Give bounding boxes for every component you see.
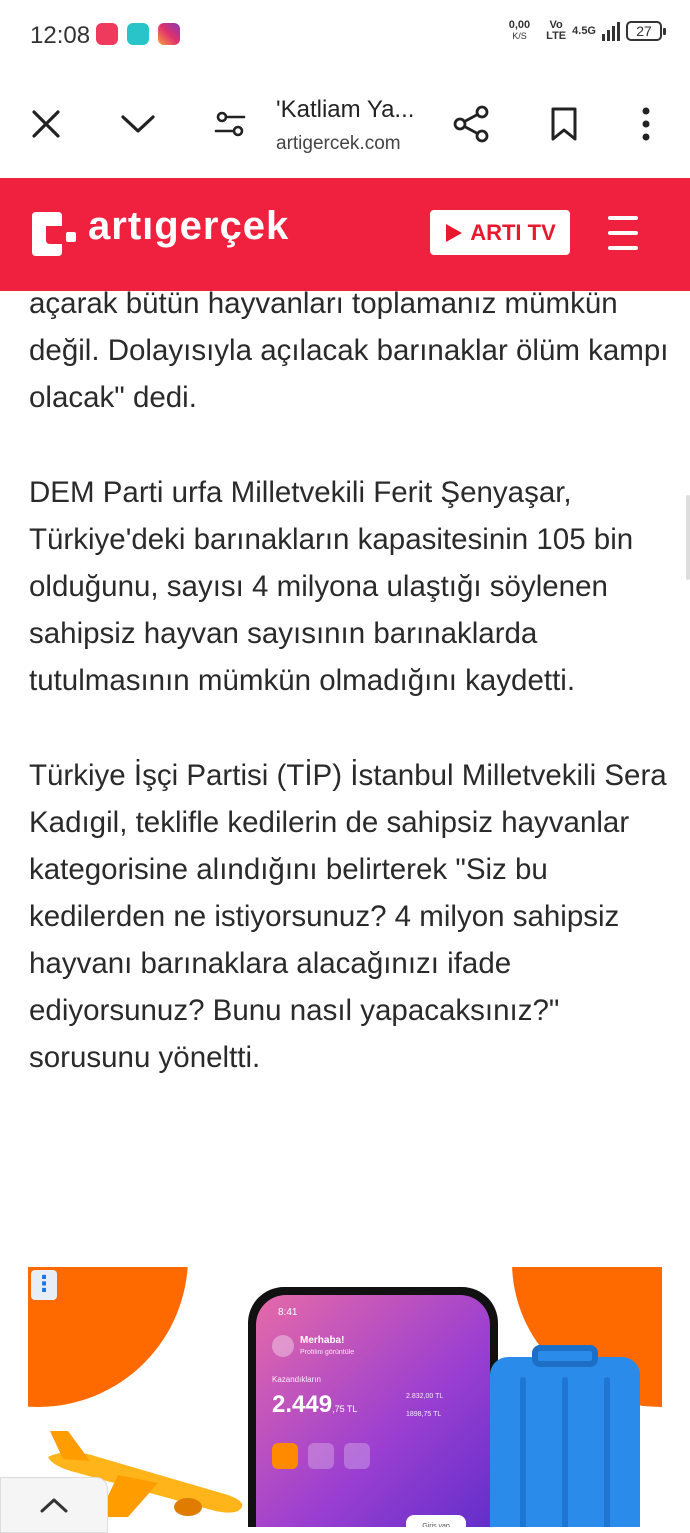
page-url[interactable]: artigercek.com <box>276 133 401 155</box>
scrollbar[interactable] <box>686 495 690 580</box>
menu-icon-bar <box>608 246 638 250</box>
ad-choices-icon[interactable]: ⋮ <box>31 1270 57 1300</box>
site-logo[interactable]: artıgerçek <box>88 204 289 249</box>
status-time: 12:08 <box>30 22 91 49</box>
hamburger-menu-button[interactable] <box>603 216 643 250</box>
close-button[interactable] <box>22 100 70 148</box>
chevron-down-icon <box>121 115 155 133</box>
arti-tv-label: ARTI TV <box>470 219 556 245</box>
page-title[interactable]: 'Katliam Ya... <box>276 96 426 124</box>
phone-screen: 8:41 Merhaba! Profilini görüntüle Kazand… <box>256 1295 490 1527</box>
status-bar: 12:08 0,00 K/S Vo LTE 4.5G 27 <box>0 0 690 70</box>
article-paragraph: DEM Parti urfa Milletvekili Ferit Şenyaş… <box>29 476 634 697</box>
signal-icon <box>602 22 620 41</box>
volte-indicator: Vo LTE <box>546 19 567 42</box>
phone-time: 8:41 <box>278 1307 298 1318</box>
bookmark-button[interactable] <box>540 100 588 148</box>
site-settings-button[interactable] <box>206 100 254 148</box>
phone-mockup: 8:41 Merhaba! Profilini görüntüle Kazand… <box>248 1287 498 1527</box>
collapse-button[interactable] <box>114 100 162 148</box>
artigercek-logo-icon[interactable] <box>28 210 80 260</box>
more-options-button[interactable] <box>622 100 670 148</box>
article-paragraph: Türkiye İşçi Partisi (TİP) İstanbul Mill… <box>29 759 667 1074</box>
instagram-icon <box>158 23 180 45</box>
share-button[interactable] <box>447 100 495 148</box>
phone-avatar <box>272 1335 294 1357</box>
bookmark-icon <box>551 107 577 141</box>
net-speed: 0,00 K/S <box>508 19 531 42</box>
browser-toolbar: 'Katliam Ya... artigercek.com <box>0 70 690 178</box>
phone-greeting: Merhaba! <box>300 1335 345 1346</box>
article-body: açarak bütün hayvanları toplamanız mümkü… <box>29 280 669 1129</box>
phone-balance-label: Kazandıkların <box>272 1375 321 1384</box>
article-paragraph: açarak bütün hayvanları toplamanız mümkü… <box>29 287 669 414</box>
phone-greeting-sub: Profilini görüntüle <box>300 1349 355 1356</box>
phone-chip: Giriş yap <box>406 1515 466 1527</box>
phone-action-tile <box>308 1443 334 1469</box>
arti-tv-button[interactable]: ARTI TV <box>430 210 570 255</box>
ghost-app-icon <box>127 23 149 45</box>
suitcase-image <box>490 1345 640 1527</box>
menu-icon-bar <box>608 231 638 235</box>
phone-balance-amount: 2.449,75 TL <box>272 1391 358 1418</box>
more-vert-icon <box>642 107 650 141</box>
menu-icon-bar <box>608 216 638 220</box>
phone-action-tile <box>344 1443 370 1469</box>
play-icon <box>446 223 463 242</box>
close-icon <box>32 110 60 138</box>
network-indicator: 4.5G <box>572 24 596 37</box>
vivaldi-icon <box>96 23 118 45</box>
chevron-up-icon <box>40 1498 68 1513</box>
phone-action-tile <box>272 1443 298 1469</box>
tune-icon <box>214 111 246 137</box>
share-icon <box>453 105 489 143</box>
advertisement[interactable]: ⋮ 8:41 Merhaba! Profilini görüntüle Kaza… <box>28 1267 662 1527</box>
scroll-to-top-button[interactable] <box>0 1477 108 1533</box>
phone-side-value: 1898,75 TL <box>406 1411 442 1418</box>
status-indicators: 0,00 K/S Vo LTE 4.5G 27 <box>508 19 666 42</box>
battery-icon: 27 <box>626 21 666 41</box>
phone-side-value: 2.832,00 TL <box>406 1393 444 1400</box>
